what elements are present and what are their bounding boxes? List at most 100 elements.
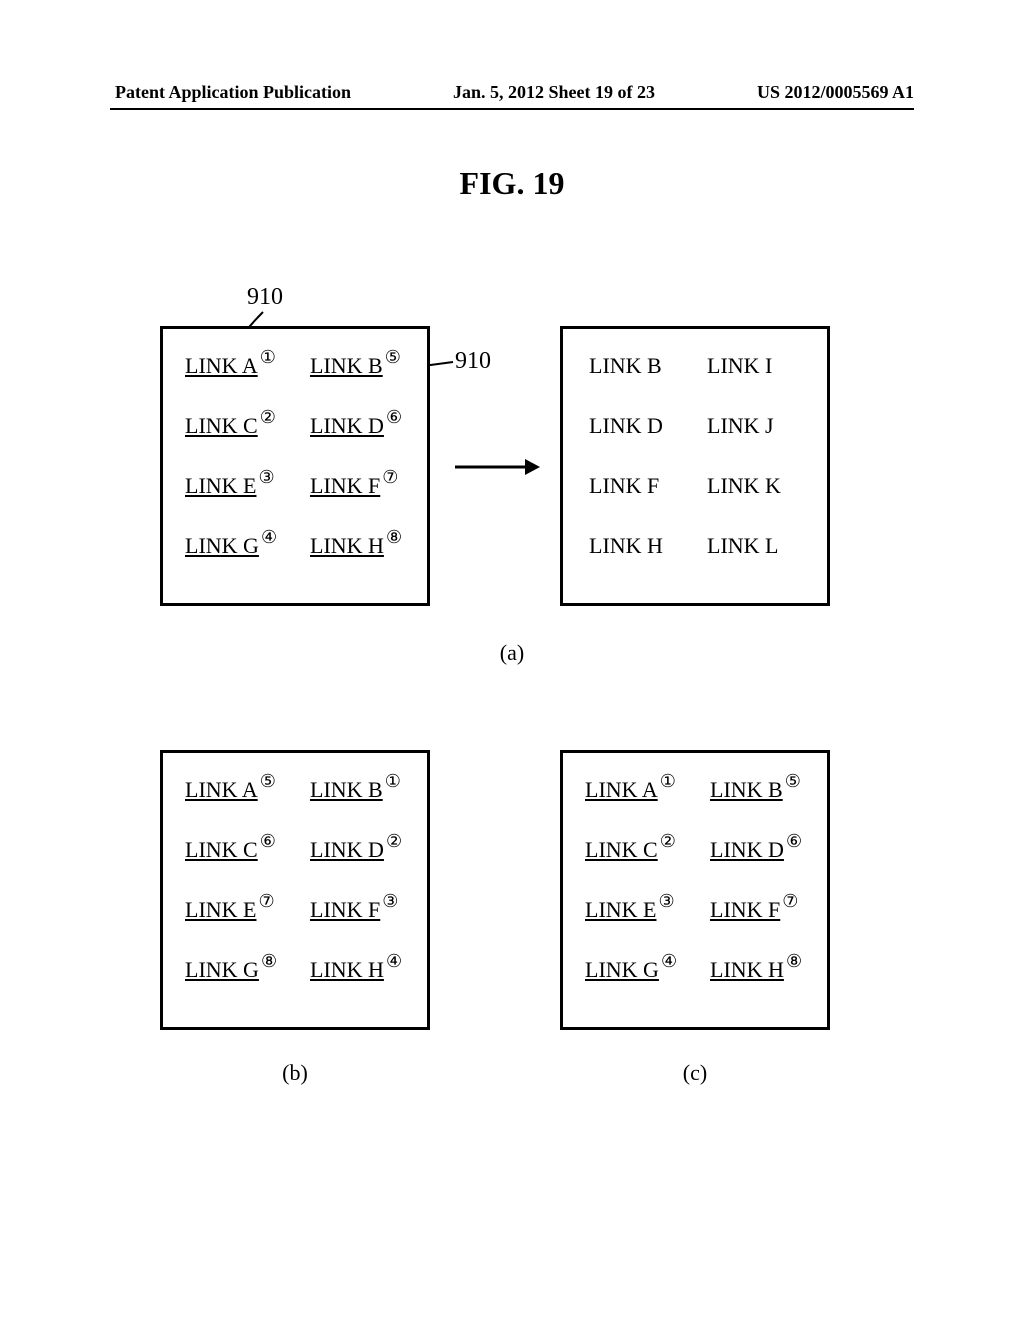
badge-icon: ⑥ <box>260 831 276 852</box>
link-label: LINK D <box>310 837 384 863</box>
link-label: LINK A <box>185 353 258 379</box>
link-label: LINK E <box>185 473 256 499</box>
header-right: US 2012/0005569 A1 <box>757 82 914 103</box>
link-label: LINK A <box>185 777 258 803</box>
link-item: LINK B① <box>310 777 405 817</box>
link-label: LINK B <box>310 777 383 803</box>
badge-icon: ① <box>385 771 401 792</box>
link-item: LINK G④ <box>585 957 680 997</box>
badge-icon: ② <box>386 831 402 852</box>
callout-910-label-right: 910 <box>455 348 491 375</box>
link-label: LINK B <box>589 353 662 379</box>
link-label: LINK H <box>310 957 384 983</box>
link-item: LINK H④ <box>310 957 405 997</box>
link-item: LINK A① <box>185 353 280 393</box>
link-label: LINK H <box>710 957 784 983</box>
link-label: LINK G <box>585 957 659 983</box>
link-label: LINK C <box>585 837 658 863</box>
link-item: LINK F <box>589 473 683 513</box>
badge-icon: ⑧ <box>386 527 402 548</box>
badge-icon: ① <box>660 771 676 792</box>
link-label: LINK E <box>185 897 256 923</box>
link-label: LINK D <box>589 413 663 439</box>
link-item: LINK F③ <box>310 897 405 937</box>
sub-label-b: (b) <box>160 1060 430 1086</box>
badge-icon: ④ <box>661 951 677 972</box>
link-item: LINK K <box>707 473 801 513</box>
link-item: LINK J <box>707 413 801 453</box>
badge-icon: ⑥ <box>386 407 402 428</box>
header-left: Patent Application Publication <box>115 82 351 103</box>
link-label: LINK L <box>707 533 778 559</box>
link-item: LINK L <box>707 533 801 573</box>
link-item: LINK D⑥ <box>710 837 805 877</box>
link-item: LINK D <box>589 413 683 453</box>
link-item: LINK C② <box>585 837 680 877</box>
link-label: LINK F <box>589 473 659 499</box>
badge-icon: ① <box>260 347 276 368</box>
arrow-a <box>450 455 540 479</box>
badge-icon: ⑥ <box>786 831 802 852</box>
link-item: LINK F⑦ <box>710 897 805 937</box>
link-label: LINK D <box>310 413 384 439</box>
badge-icon: ⑤ <box>260 771 276 792</box>
link-item: LINK A① <box>585 777 680 817</box>
link-label: LINK K <box>707 473 781 499</box>
link-item: LINK D⑥ <box>310 413 405 453</box>
link-label: LINK F <box>310 897 380 923</box>
link-item: LINK C⑥ <box>185 837 280 877</box>
header-center: Jan. 5, 2012 Sheet 19 of 23 <box>453 82 655 103</box>
badge-icon: ② <box>660 831 676 852</box>
badge-icon: ④ <box>386 951 402 972</box>
link-item: LINK A⑤ <box>185 777 280 817</box>
link-item: LINK B⑤ <box>310 353 405 393</box>
link-item: LINK H <box>589 533 683 573</box>
panel-a-right: LINK B LINK I LINK D LINK J LINK F LINK … <box>560 326 830 606</box>
page-header: Patent Application Publication Jan. 5, 2… <box>0 82 1024 103</box>
badge-icon: ⑦ <box>782 891 798 912</box>
link-item: LINK G④ <box>185 533 280 573</box>
link-label: LINK H <box>589 533 663 559</box>
link-label: LINK B <box>310 353 383 379</box>
link-item: LINK C② <box>185 413 280 453</box>
link-item: LINK E⑦ <box>185 897 280 937</box>
sub-label-c: (c) <box>560 1060 830 1086</box>
panel-a-left: LINK A① LINK B⑤ LINK C② LINK D⑥ LINK E③ … <box>160 326 430 606</box>
badge-icon: ⑦ <box>258 891 274 912</box>
panel-c: LINK A① LINK B⑤ LINK C② LINK D⑥ LINK E③ … <box>560 750 830 1030</box>
link-item: LINK D② <box>310 837 405 877</box>
link-label: LINK G <box>185 533 259 559</box>
link-label: LINK J <box>707 413 774 439</box>
link-item: LINK E③ <box>585 897 680 937</box>
sub-label-a: (a) <box>0 640 1024 666</box>
badge-icon: ② <box>260 407 276 428</box>
link-label: LINK A <box>585 777 658 803</box>
link-item: LINK I <box>707 353 801 393</box>
badge-icon: ⑤ <box>785 771 801 792</box>
link-label: LINK C <box>185 413 258 439</box>
callout-910-label-top: 910 <box>247 284 283 311</box>
link-label: LINK H <box>310 533 384 559</box>
link-label: LINK G <box>185 957 259 983</box>
link-item: LINK F⑦ <box>310 473 405 513</box>
link-label: LINK I <box>707 353 772 379</box>
badge-icon: ⑤ <box>385 347 401 368</box>
badge-icon: ④ <box>261 527 277 548</box>
link-item: LINK B <box>589 353 683 393</box>
badge-icon: ⑧ <box>786 951 802 972</box>
badge-icon: ⑦ <box>382 467 398 488</box>
badge-icon: ③ <box>382 891 398 912</box>
badge-icon: ⑧ <box>261 951 277 972</box>
badge-icon: ③ <box>258 467 274 488</box>
link-label: LINK F <box>710 897 780 923</box>
link-label: LINK B <box>710 777 783 803</box>
link-item: LINK G⑧ <box>185 957 280 997</box>
badge-icon: ③ <box>658 891 674 912</box>
link-item: LINK E③ <box>185 473 280 513</box>
panel-b: LINK A⑤ LINK B① LINK C⑥ LINK D② LINK E⑦ … <box>160 750 430 1030</box>
figure-title: FIG. 19 <box>0 165 1024 202</box>
link-item: LINK H⑧ <box>310 533 405 573</box>
header-rule <box>110 108 914 110</box>
link-label: LINK D <box>710 837 784 863</box>
link-item: LINK B⑤ <box>710 777 805 817</box>
